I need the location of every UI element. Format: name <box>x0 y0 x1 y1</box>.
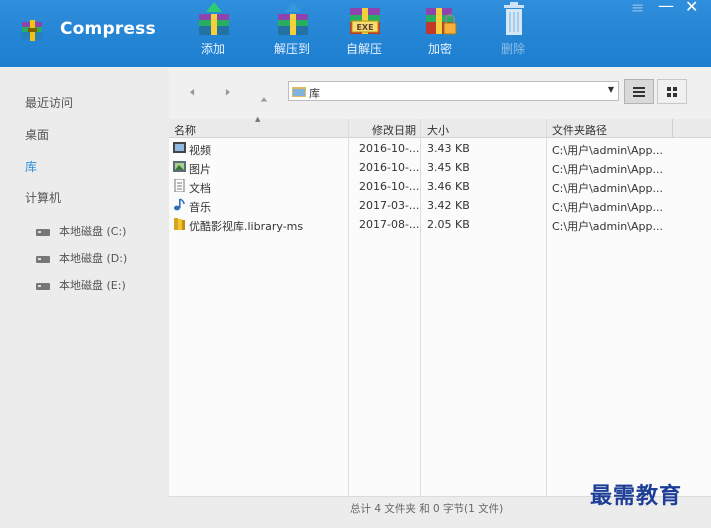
row-modified: 2016-10-... <box>359 180 420 193</box>
extract-to-label: 解压到 <box>273 42 310 56</box>
hard-drive-icon <box>36 228 50 236</box>
forward-button[interactable]: 🢒 <box>219 83 237 101</box>
sidebar-item-drive-d[interactable]: 本地磁盘 (D:) <box>36 250 127 266</box>
row-name: 优酷影视库.library-ms <box>189 220 304 233</box>
column-header-folder-path[interactable]: 文件夹路径 <box>552 122 607 138</box>
main-panel: 🢐 🢒 🢑 库 ▼ 名称 修改日期 大小 文件夹路径 ▲ 视频 2016-10-… <box>169 67 711 528</box>
document-library-icon <box>174 179 185 192</box>
add-label: 添加 <box>200 42 225 56</box>
grid-view-button[interactable] <box>657 79 687 104</box>
row-modified: 2017-08-... <box>359 218 420 231</box>
table-row[interactable]: 图片 2016-10-... 3.45 KB C:\用户\admin\App..… <box>169 158 689 176</box>
row-modified: 2016-10-... <box>359 142 420 155</box>
extract-archive-icon <box>278 2 308 35</box>
row-name: 视频 <box>189 144 211 157</box>
encrypt-label: 加密 <box>427 42 452 56</box>
back-arrow-icon: 🢐 <box>189 83 195 101</box>
add-archive-icon <box>199 2 229 35</box>
row-path: C:\用户\admin\App... <box>552 201 663 214</box>
row-modified: 2017-03-... <box>359 199 420 212</box>
column-header-size[interactable]: 大小 <box>427 122 449 138</box>
row-size: 3.43 KB <box>427 142 470 155</box>
table-row[interactable]: 优酷影视库.library-ms 2017-08-... 2.05 KB C:\… <box>169 215 689 233</box>
exe-icon: EXE <box>350 8 380 34</box>
row-path: C:\用户\admin\App... <box>552 182 663 195</box>
column-header-modified[interactable]: 修改日期 <box>372 122 416 138</box>
table-row[interactable]: 视频 2016-10-... 3.43 KB C:\用户\admin\App..… <box>169 139 689 157</box>
row-modified: 2016-10-... <box>359 161 420 174</box>
trash-icon <box>504 2 524 35</box>
row-path: C:\用户\admin\App... <box>552 220 663 233</box>
video-library-icon <box>173 142 186 153</box>
sort-ascending-icon: ▲ <box>255 115 261 123</box>
menu-button[interactable]: ≡ <box>631 0 644 17</box>
row-size: 3.42 KB <box>427 199 470 212</box>
hard-drive-icon <box>36 255 50 263</box>
column-header-name[interactable]: 名称 <box>174 122 196 138</box>
picture-library-icon <box>173 161 186 172</box>
grid-view-icon <box>667 87 677 97</box>
self-extract-label: 自解压 <box>345 42 382 56</box>
sidebar-item-desktop[interactable]: 桌面 <box>25 126 49 143</box>
status-summary: 总计 4 文件夹 和 0 字节(1 文件) <box>350 503 504 515</box>
sidebar-item-recent[interactable]: 最近访问 <box>25 94 73 111</box>
sidebar-item-computer[interactable]: 计算机 <box>25 189 61 206</box>
row-size: 3.46 KB <box>427 180 470 193</box>
winrar-logo-icon <box>22 20 42 41</box>
app-title: Compress <box>60 19 156 39</box>
table-row[interactable]: 文档 2016-10-... 3.46 KB C:\用户\admin\App..… <box>169 177 689 195</box>
library-folder-icon <box>292 87 306 97</box>
folder-library-icon <box>174 218 185 230</box>
row-path: C:\用户\admin\App... <box>552 144 663 157</box>
dropdown-arrow-icon[interactable]: ▼ <box>608 85 614 94</box>
table-header: 名称 修改日期 大小 文件夹路径 <box>169 119 711 138</box>
row-size: 3.45 KB <box>427 161 470 174</box>
top-toolbar: Compress 添加 解压到 EXE 自解压 加密 删除 ≡ — ✕ <box>0 0 711 67</box>
address-path: 库 <box>309 87 320 100</box>
list-view-button[interactable] <box>624 79 654 104</box>
bottom-strip <box>0 516 711 528</box>
up-arrow-icon: 🢑 <box>259 83 269 101</box>
back-button[interactable]: 🢐 <box>183 83 201 101</box>
forward-arrow-icon: 🢒 <box>225 83 231 101</box>
self-extract-button[interactable]: EXE 自解压 <box>334 0 394 67</box>
delete-button[interactable]: 删除 <box>483 0 543 67</box>
encrypt-button[interactable]: 加密 <box>410 0 470 67</box>
row-name: 文档 <box>189 182 211 195</box>
sidebar: 最近访问 桌面 库 计算机 本地磁盘 (C:) 本地磁盘 (D:) 本地磁盘 (… <box>0 67 169 528</box>
hard-drive-icon <box>36 282 50 290</box>
address-bar[interactable]: 库 ▼ <box>288 81 619 101</box>
extract-to-button[interactable]: 解压到 <box>262 0 322 67</box>
drive-label: 本地磁盘 (D:) <box>59 252 128 265</box>
close-button[interactable]: ✕ <box>685 0 698 16</box>
lock-archive-icon <box>426 8 457 35</box>
list-view-icon <box>633 87 645 97</box>
add-button[interactable]: 添加 <box>183 0 243 67</box>
row-name: 图片 <box>189 163 211 176</box>
sidebar-item-library[interactable]: 库 <box>25 158 37 175</box>
table-row[interactable]: 音乐 2017-03-... 3.42 KB C:\用户\admin\App..… <box>169 196 689 214</box>
row-path: C:\用户\admin\App... <box>552 163 663 176</box>
music-library-icon <box>174 198 185 211</box>
row-size: 2.05 KB <box>427 218 470 231</box>
sidebar-item-drive-e[interactable]: 本地磁盘 (E:) <box>36 277 126 293</box>
drive-label: 本地磁盘 (C:) <box>59 225 127 238</box>
column-divider <box>672 119 673 138</box>
delete-label: 删除 <box>500 42 525 56</box>
watermark-text: 最需教育 <box>590 483 683 509</box>
drive-label: 本地磁盘 (E:) <box>59 279 126 292</box>
row-name: 音乐 <box>189 201 211 214</box>
minimize-button[interactable]: — <box>658 0 674 15</box>
sidebar-item-drive-c[interactable]: 本地磁盘 (C:) <box>36 223 126 239</box>
svg-text:EXE: EXE <box>356 23 373 32</box>
up-button[interactable]: 🢑 <box>255 83 273 101</box>
